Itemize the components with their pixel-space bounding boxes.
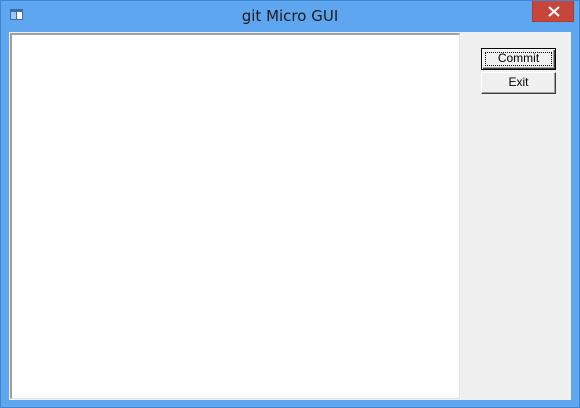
app-window: git Micro GUI Commit Exit [0, 0, 580, 408]
exit-button-label: Exit [508, 75, 529, 89]
commit-message-textarea[interactable] [10, 33, 460, 399]
commit-button-label: Commit [497, 51, 540, 65]
close-icon [548, 6, 560, 17]
window-title: git Micro GUI [241, 7, 339, 25]
close-button[interactable] [532, 1, 574, 22]
client-area: Commit Exit [9, 32, 571, 400]
title-bar[interactable]: git Micro GUI [1, 1, 579, 31]
commit-button[interactable]: Commit [481, 48, 556, 70]
exit-button[interactable]: Exit [481, 72, 556, 94]
